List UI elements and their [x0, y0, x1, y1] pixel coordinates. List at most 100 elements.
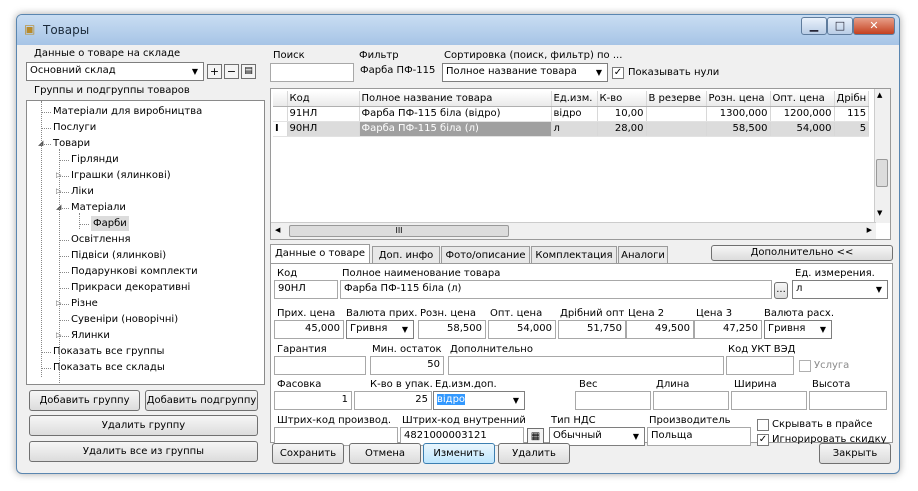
remove-warehouse-button[interactable]: − — [224, 64, 239, 79]
warranty-field[interactable] — [274, 356, 366, 375]
table-cell[interactable]: 10,00 — [597, 106, 647, 122]
unit-select[interactable]: л ▼ — [792, 280, 888, 299]
add-warehouse-button[interactable]: + — [207, 64, 222, 79]
tree-item[interactable]: Іграшки (ялинкові) — [71, 168, 171, 183]
table-cell[interactable]: Фарба ПФ-115 біла (л) — [359, 121, 552, 137]
table-cell[interactable]: 5 — [834, 121, 870, 137]
delete-all-from-group-button[interactable]: Удалить все из группы — [29, 441, 258, 462]
service-checkbox[interactable] — [799, 360, 811, 372]
small-wholesale-field[interactable]: 51,750 — [558, 320, 626, 339]
table-cell[interactable]: 28,00 — [597, 121, 647, 137]
price3-field[interactable]: 47,250 — [694, 320, 762, 339]
hscroll-thumb[interactable]: III — [289, 225, 509, 237]
tree-item[interactable]: Різне — [71, 296, 98, 311]
tree-item[interactable]: Подарункові комплекти — [71, 264, 198, 279]
edit-warehouse-button[interactable]: ▤ — [241, 64, 256, 79]
height-field[interactable] — [809, 391, 887, 410]
add-group-button[interactable]: Добавить группу — [29, 390, 140, 411]
hide-price-checkbox[interactable] — [757, 419, 769, 431]
tree-item[interactable]: Фарби — [91, 216, 129, 231]
tree-item[interactable]: Освітлення — [71, 232, 131, 247]
scroll-thumb[interactable] — [876, 159, 888, 187]
buy-currency-select[interactable]: Гривня ▼ — [346, 320, 414, 339]
table-cell[interactable]: л — [551, 121, 598, 137]
width-field[interactable] — [731, 391, 807, 410]
unit-add-select[interactable]: відро ▼ — [433, 391, 525, 410]
tree-item[interactable]: Ялинки — [71, 328, 110, 343]
weight-field[interactable] — [575, 391, 651, 410]
tree-item[interactable]: Сувеніри (новорічні) — [71, 312, 178, 327]
ignore-discount-checkbox[interactable]: ✓ — [757, 434, 769, 446]
tab-item[interactable]: Комплектация — [531, 246, 617, 264]
wholesale-field[interactable]: 54,000 — [488, 320, 556, 339]
unit-label: Ед. измерения. — [795, 268, 875, 279]
table-row[interactable]: 91НЛ Фарба ПФ-115 біла (відро) відро 10,00 1… — [273, 106, 870, 122]
warehouse-select[interactable]: Основний склад ▼ — [26, 62, 204, 81]
maximize-button[interactable]: □ — [827, 17, 853, 35]
sell-currency-select[interactable]: Гривня ▼ — [764, 320, 832, 339]
save-button[interactable]: Сохранить — [272, 443, 344, 464]
buy-price-field[interactable]: 45,000 — [274, 320, 344, 339]
column-header[interactable]: Опт. цена — [770, 91, 835, 107]
tab-item[interactable]: Аналоги — [618, 246, 668, 264]
tree-item[interactable]: Ліки — [71, 184, 94, 199]
column-header[interactable]: В резерве — [646, 91, 707, 107]
length-field[interactable] — [653, 391, 729, 410]
name-lookup-button[interactable]: ... — [774, 282, 788, 299]
close-button[interactable]: Закрыть — [819, 443, 891, 464]
table-row[interactable]: I 90НЛ Фарба ПФ-115 біла (л) л 28,00 58,500 54… — [273, 121, 870, 137]
minimize-button[interactable]: ▁ — [801, 17, 827, 35]
table-cell[interactable]: 58,500 — [706, 121, 771, 137]
table-cell[interactable]: відро — [551, 106, 598, 122]
tree-item[interactable]: Показать все группы — [53, 344, 164, 359]
cancel-button[interactable]: Отмена — [349, 443, 421, 464]
extra-field[interactable] — [448, 356, 724, 375]
change-button[interactable]: Изменить — [423, 443, 495, 464]
qty-pack-field[interactable]: 25 — [354, 391, 432, 410]
table-cell[interactable]: 1200,000 — [770, 106, 835, 122]
code-field[interactable]: 90НЛ — [274, 280, 338, 299]
tree-item[interactable]: Прикраси декоративні — [71, 280, 190, 295]
more-button[interactable]: Дополнительно << — [711, 245, 893, 261]
column-header[interactable]: Ед.изм. — [551, 91, 598, 107]
price2-field[interactable]: 49,500 — [626, 320, 694, 339]
show-zero-checkbox[interactable]: ✓ — [612, 67, 624, 79]
table-cell[interactable]: 90НЛ — [287, 121, 360, 137]
column-header[interactable]: Полное название товара — [359, 91, 552, 107]
table-cell[interactable]: Фарба ПФ-115 біла (відро) — [359, 106, 552, 122]
table-cell[interactable]: 115 — [834, 106, 870, 122]
retail-field[interactable]: 58,500 — [418, 320, 486, 339]
tab-item[interactable]: Данные о товаре — [270, 244, 370, 265]
pack-field[interactable]: 1 — [274, 391, 352, 410]
search-input[interactable] — [270, 63, 354, 82]
ukt-field[interactable] — [726, 356, 794, 375]
add-subgroup-button[interactable]: Добавить подгруппу — [145, 390, 258, 411]
delete-button[interactable]: Удалить — [498, 443, 570, 464]
tree-item[interactable]: Гірлянди — [71, 152, 119, 167]
tab-item[interactable]: Доп. инфо — [372, 246, 440, 264]
delete-group-button[interactable]: Удалить группу — [29, 415, 258, 436]
close-window-button[interactable]: ✕ — [853, 17, 895, 35]
tree-item[interactable]: Послуги — [53, 120, 96, 135]
column-header[interactable]: К-во — [597, 91, 647, 107]
column-header[interactable]: Дрібн — [834, 91, 870, 107]
tree-item[interactable]: Показать все склады — [53, 360, 165, 375]
tab-item[interactable]: Фото/описание — [441, 246, 530, 264]
tree-item[interactable]: Матеріали для виробництва — [53, 104, 202, 119]
column-header[interactable]: Код — [287, 91, 360, 107]
maker-field[interactable]: Польща — [647, 427, 751, 446]
tree-guide-line — [79, 213, 80, 229]
table-cell[interactable] — [646, 106, 707, 122]
vertical-scrollbar[interactable]: ▲ ▼ — [874, 89, 890, 223]
horizontal-scrollbar[interactable]: ◀ III ▶ — [271, 222, 876, 239]
name-field[interactable]: Фарба ПФ-115 біла (л) — [340, 280, 772, 299]
table-cell[interactable]: 91НЛ — [287, 106, 360, 122]
min-stock-field[interactable]: 50 — [370, 356, 444, 375]
table-cell[interactable]: 1300,000 — [706, 106, 771, 122]
filter-input[interactable]: Фарба ПФ-115 — [357, 63, 437, 82]
column-header[interactable]: Розн. цена — [706, 91, 771, 107]
tree-item[interactable]: Підвіси (ялинкові) — [71, 248, 166, 263]
table-cell[interactable]: 54,000 — [770, 121, 835, 137]
sort-select[interactable]: Полное название товара ▼ — [442, 63, 608, 82]
table-cell[interactable] — [646, 121, 707, 137]
